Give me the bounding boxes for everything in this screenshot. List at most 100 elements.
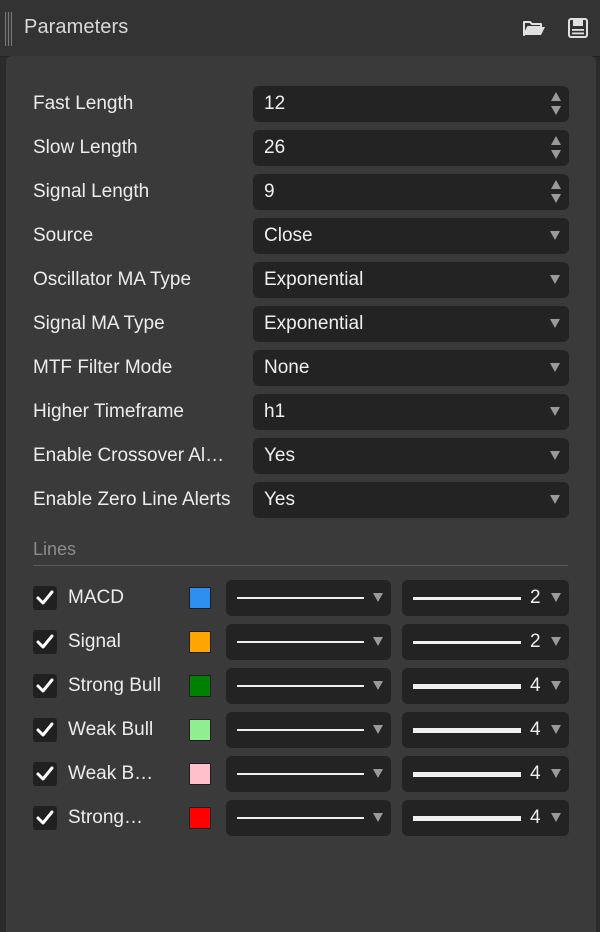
chevron-down-icon (551, 593, 561, 602)
param-label: MTF Filter Mode (33, 357, 173, 378)
slow-length-input[interactable]: 26 (253, 130, 569, 166)
chevron-down-icon (551, 725, 561, 734)
param-row-higher-timeframe: Higher Timeframe h1 (6, 390, 596, 434)
line-width-preview (413, 728, 521, 733)
line-width-select[interactable]: 4 (402, 756, 569, 792)
section-divider (33, 565, 568, 566)
chevron-down-icon (373, 725, 383, 734)
line-color-swatch[interactable] (189, 763, 211, 785)
enable-crossover-alerts-select[interactable]: Yes (253, 438, 569, 474)
line-width-value: 2 (530, 587, 541, 608)
line-visible-checkbox[interactable] (33, 806, 57, 830)
line-width-preview (413, 772, 521, 777)
line-row: Strong Bull 4 (6, 664, 596, 708)
line-name: Weak B… (68, 763, 154, 784)
line-visible-checkbox[interactable] (33, 718, 57, 742)
chevron-down-icon (550, 275, 560, 284)
line-width-select[interactable]: 2 (402, 624, 569, 660)
line-color-swatch[interactable] (189, 675, 211, 697)
chevron-down-icon (373, 813, 383, 822)
param-label: Signal Length (33, 181, 150, 202)
line-style-select[interactable] (226, 580, 391, 616)
oscillator-ma-type-select[interactable]: Exponential (253, 262, 569, 298)
line-row: Weak Bull 4 (6, 708, 596, 752)
line-color-swatch[interactable] (189, 631, 211, 653)
line-name: Strong Bull (68, 675, 161, 696)
param-value: 12 (264, 93, 286, 114)
chevron-down-icon (551, 813, 561, 822)
line-name: Signal (68, 631, 121, 652)
param-value: h1 (264, 401, 286, 422)
param-row-enable-crossover-alerts: Enable Crossover Al… Yes (6, 434, 596, 478)
param-row-source: Source Close (6, 214, 596, 258)
line-style-select[interactable] (226, 668, 391, 704)
line-color-swatch[interactable] (189, 719, 211, 741)
folder-open-icon[interactable] (522, 16, 546, 40)
line-name: Weak Bull (68, 719, 154, 740)
spinner-arrows-icon[interactable] (550, 134, 562, 162)
save-icon[interactable] (566, 16, 590, 40)
param-value: 9 (264, 181, 275, 202)
param-label: Source (33, 225, 94, 246)
line-color-swatch[interactable] (189, 587, 211, 609)
param-label: Slow Length (33, 137, 138, 158)
line-visible-checkbox[interactable] (33, 762, 57, 786)
param-label: Enable Crossover Al… (33, 445, 225, 466)
line-width-preview (413, 684, 521, 689)
mtf-filter-mode-select[interactable]: None (253, 350, 569, 386)
param-label: Fast Length (33, 93, 134, 114)
line-width-value: 4 (530, 675, 541, 696)
line-width-preview (413, 816, 521, 821)
param-value: Close (264, 225, 313, 246)
line-width-select[interactable]: 2 (402, 580, 569, 616)
line-style-preview (237, 817, 364, 819)
source-select[interactable]: Close (253, 218, 569, 254)
line-row: MACD 2 (6, 576, 596, 620)
line-style-select[interactable] (226, 712, 391, 748)
chevron-down-icon (550, 495, 560, 504)
chevron-down-icon (373, 681, 383, 690)
line-style-select[interactable] (226, 756, 391, 792)
line-row: Weak B… 4 (6, 752, 596, 796)
line-width-preview (413, 641, 521, 644)
param-value: Exponential (264, 313, 364, 334)
enable-zero-line-alerts-select[interactable]: Yes (253, 482, 569, 518)
line-name: MACD (68, 587, 124, 608)
fast-length-input[interactable]: 12 (253, 86, 569, 122)
drag-handle-icon[interactable] (5, 12, 12, 46)
line-style-select[interactable] (226, 800, 391, 836)
panel-header: Parameters (0, 0, 600, 57)
panel-title: Parameters (24, 16, 129, 38)
line-row: Strong… 4 (6, 796, 596, 840)
line-name: Strong… (68, 807, 143, 828)
line-color-swatch[interactable] (189, 807, 211, 829)
spinner-arrows-icon[interactable] (550, 178, 562, 206)
chevron-down-icon (551, 681, 561, 690)
param-row-slow-length: Slow Length 26 (6, 126, 596, 170)
line-width-select[interactable]: 4 (402, 668, 569, 704)
param-row-signal-length: Signal Length 9 (6, 170, 596, 214)
spinner-arrows-icon[interactable] (550, 90, 562, 118)
chevron-down-icon (551, 769, 561, 778)
line-width-select[interactable]: 4 (402, 800, 569, 836)
param-value: 26 (264, 137, 286, 158)
param-row-oscillator-ma-type: Oscillator MA Type Exponential (6, 258, 596, 302)
line-width-value: 2 (530, 631, 541, 652)
line-width-value: 4 (530, 719, 541, 740)
line-width-select[interactable]: 4 (402, 712, 569, 748)
line-style-select[interactable] (226, 624, 391, 660)
param-label: Enable Zero Line Alerts (33, 489, 231, 510)
line-visible-checkbox[interactable] (33, 630, 57, 654)
line-style-preview (237, 773, 364, 775)
param-value: Yes (264, 489, 295, 510)
line-visible-checkbox[interactable] (33, 586, 57, 610)
param-row-enable-zero-line-alerts: Enable Zero Line Alerts Yes (6, 478, 596, 522)
chevron-down-icon (550, 407, 560, 416)
signal-ma-type-select[interactable]: Exponential (253, 306, 569, 342)
line-visible-checkbox[interactable] (33, 674, 57, 698)
chevron-down-icon (373, 637, 383, 646)
chevron-down-icon (550, 231, 560, 240)
higher-timeframe-select[interactable]: h1 (253, 394, 569, 430)
line-width-value: 4 (530, 763, 541, 784)
signal-length-input[interactable]: 9 (253, 174, 569, 210)
